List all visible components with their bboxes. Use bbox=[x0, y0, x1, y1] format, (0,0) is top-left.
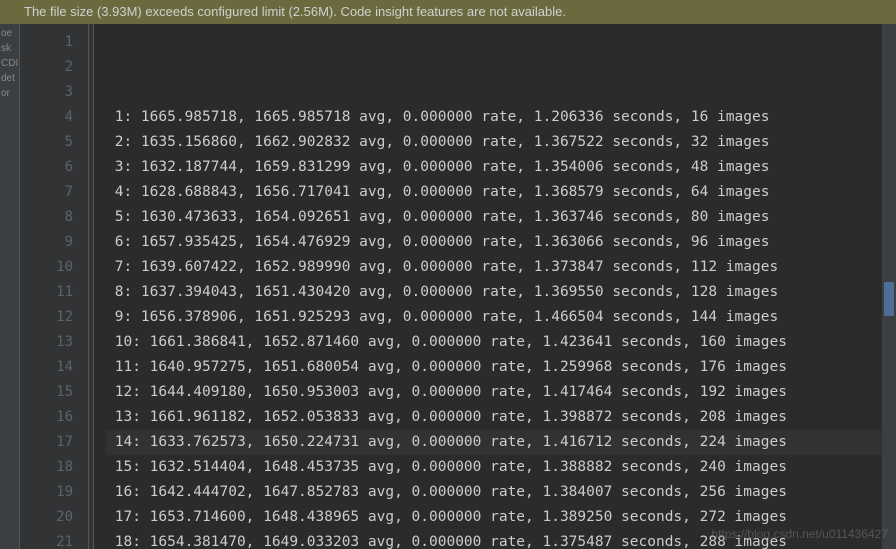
left-panel-item[interactable]: oe bbox=[0, 26, 19, 41]
scroll-marker[interactable] bbox=[884, 282, 894, 316]
code-line[interactable]: 12: 1644.409180, 1650.953003 avg, 0.0000… bbox=[106, 380, 882, 405]
code-line[interactable]: 15: 1632.514404, 1648.453735 avg, 0.0000… bbox=[106, 455, 882, 480]
code-line[interactable]: 10: 1661.386841, 1652.871460 avg, 0.0000… bbox=[106, 330, 882, 355]
line-number[interactable]: 10 bbox=[20, 255, 73, 280]
line-number[interactable]: 5 bbox=[20, 130, 73, 155]
line-number[interactable]: 2 bbox=[20, 55, 73, 80]
left-panel-item[interactable]: or bbox=[0, 86, 19, 101]
code-line[interactable]: 5: 1630.473633, 1654.092651 avg, 0.00000… bbox=[106, 205, 882, 230]
watermark: https://blog.csdn.net/u011436427 bbox=[711, 527, 888, 541]
code-line[interactable]: 9: 1656.378906, 1651.925293 avg, 0.00000… bbox=[106, 305, 882, 330]
warning-text: The file size (3.93M) exceeds configured… bbox=[24, 4, 566, 19]
line-number[interactable]: 8 bbox=[20, 205, 73, 230]
left-panel-item[interactable]: sk bbox=[0, 41, 19, 56]
line-number[interactable]: 18 bbox=[20, 455, 73, 480]
editor: 123456789101112131415161718192021 1: 166… bbox=[20, 24, 882, 549]
main-area: oeskCDIdetor 123456789101112131415161718… bbox=[0, 24, 896, 549]
line-number[interactable]: 14 bbox=[20, 355, 73, 380]
line-number[interactable]: 15 bbox=[20, 380, 73, 405]
code-line[interactable]: 3: 1632.187744, 1659.831299 avg, 0.00000… bbox=[106, 155, 882, 180]
line-number[interactable]: 4 bbox=[20, 105, 73, 130]
left-tool-panel[interactable]: oeskCDIdetor bbox=[0, 24, 20, 549]
line-number[interactable]: 7 bbox=[20, 180, 73, 205]
scrollbar-strip[interactable] bbox=[882, 24, 896, 549]
left-panel-item[interactable]: det bbox=[0, 71, 19, 86]
line-number[interactable]: 20 bbox=[20, 505, 73, 530]
line-number[interactable]: 1 bbox=[20, 30, 73, 55]
line-number[interactable]: 21 bbox=[20, 530, 73, 549]
left-panel-item[interactable]: CDI bbox=[0, 56, 19, 71]
line-number-gutter[interactable]: 123456789101112131415161718192021 bbox=[20, 24, 94, 549]
code-content[interactable]: 1: 1665.985718, 1665.985718 avg, 0.00000… bbox=[94, 24, 882, 549]
code-line[interactable]: 6: 1657.935425, 1654.476929 avg, 0.00000… bbox=[106, 230, 882, 255]
code-line[interactable]: 4: 1628.688843, 1656.717041 avg, 0.00000… bbox=[106, 180, 882, 205]
line-number[interactable]: 19 bbox=[20, 480, 73, 505]
line-number[interactable]: 3 bbox=[20, 80, 73, 105]
code-line[interactable]: 1: 1665.985718, 1665.985718 avg, 0.00000… bbox=[106, 105, 882, 130]
file-size-warning-bar: The file size (3.93M) exceeds configured… bbox=[0, 0, 896, 24]
line-number[interactable]: 12 bbox=[20, 305, 73, 330]
code-line[interactable]: 13: 1661.961182, 1652.053833 avg, 0.0000… bbox=[106, 405, 882, 430]
line-number[interactable]: 16 bbox=[20, 405, 73, 430]
code-line[interactable]: 7: 1639.607422, 1652.989990 avg, 0.00000… bbox=[106, 255, 882, 280]
line-number[interactable]: 11 bbox=[20, 280, 73, 305]
code-line[interactable]: 11: 1640.957275, 1651.680054 avg, 0.0000… bbox=[106, 355, 882, 380]
code-line[interactable]: 14: 1633.762573, 1650.224731 avg, 0.0000… bbox=[106, 430, 882, 455]
code-line[interactable]: 8: 1637.394043, 1651.430420 avg, 0.00000… bbox=[106, 280, 882, 305]
line-number[interactable]: 9 bbox=[20, 230, 73, 255]
line-number[interactable]: 17 bbox=[20, 430, 73, 455]
line-number[interactable]: 13 bbox=[20, 330, 73, 355]
margin-stripe bbox=[88, 24, 89, 549]
code-line[interactable]: 16: 1642.444702, 1647.852783 avg, 0.0000… bbox=[106, 480, 882, 505]
line-number[interactable]: 6 bbox=[20, 155, 73, 180]
code-line[interactable]: 2: 1635.156860, 1662.902832 avg, 0.00000… bbox=[106, 130, 882, 155]
